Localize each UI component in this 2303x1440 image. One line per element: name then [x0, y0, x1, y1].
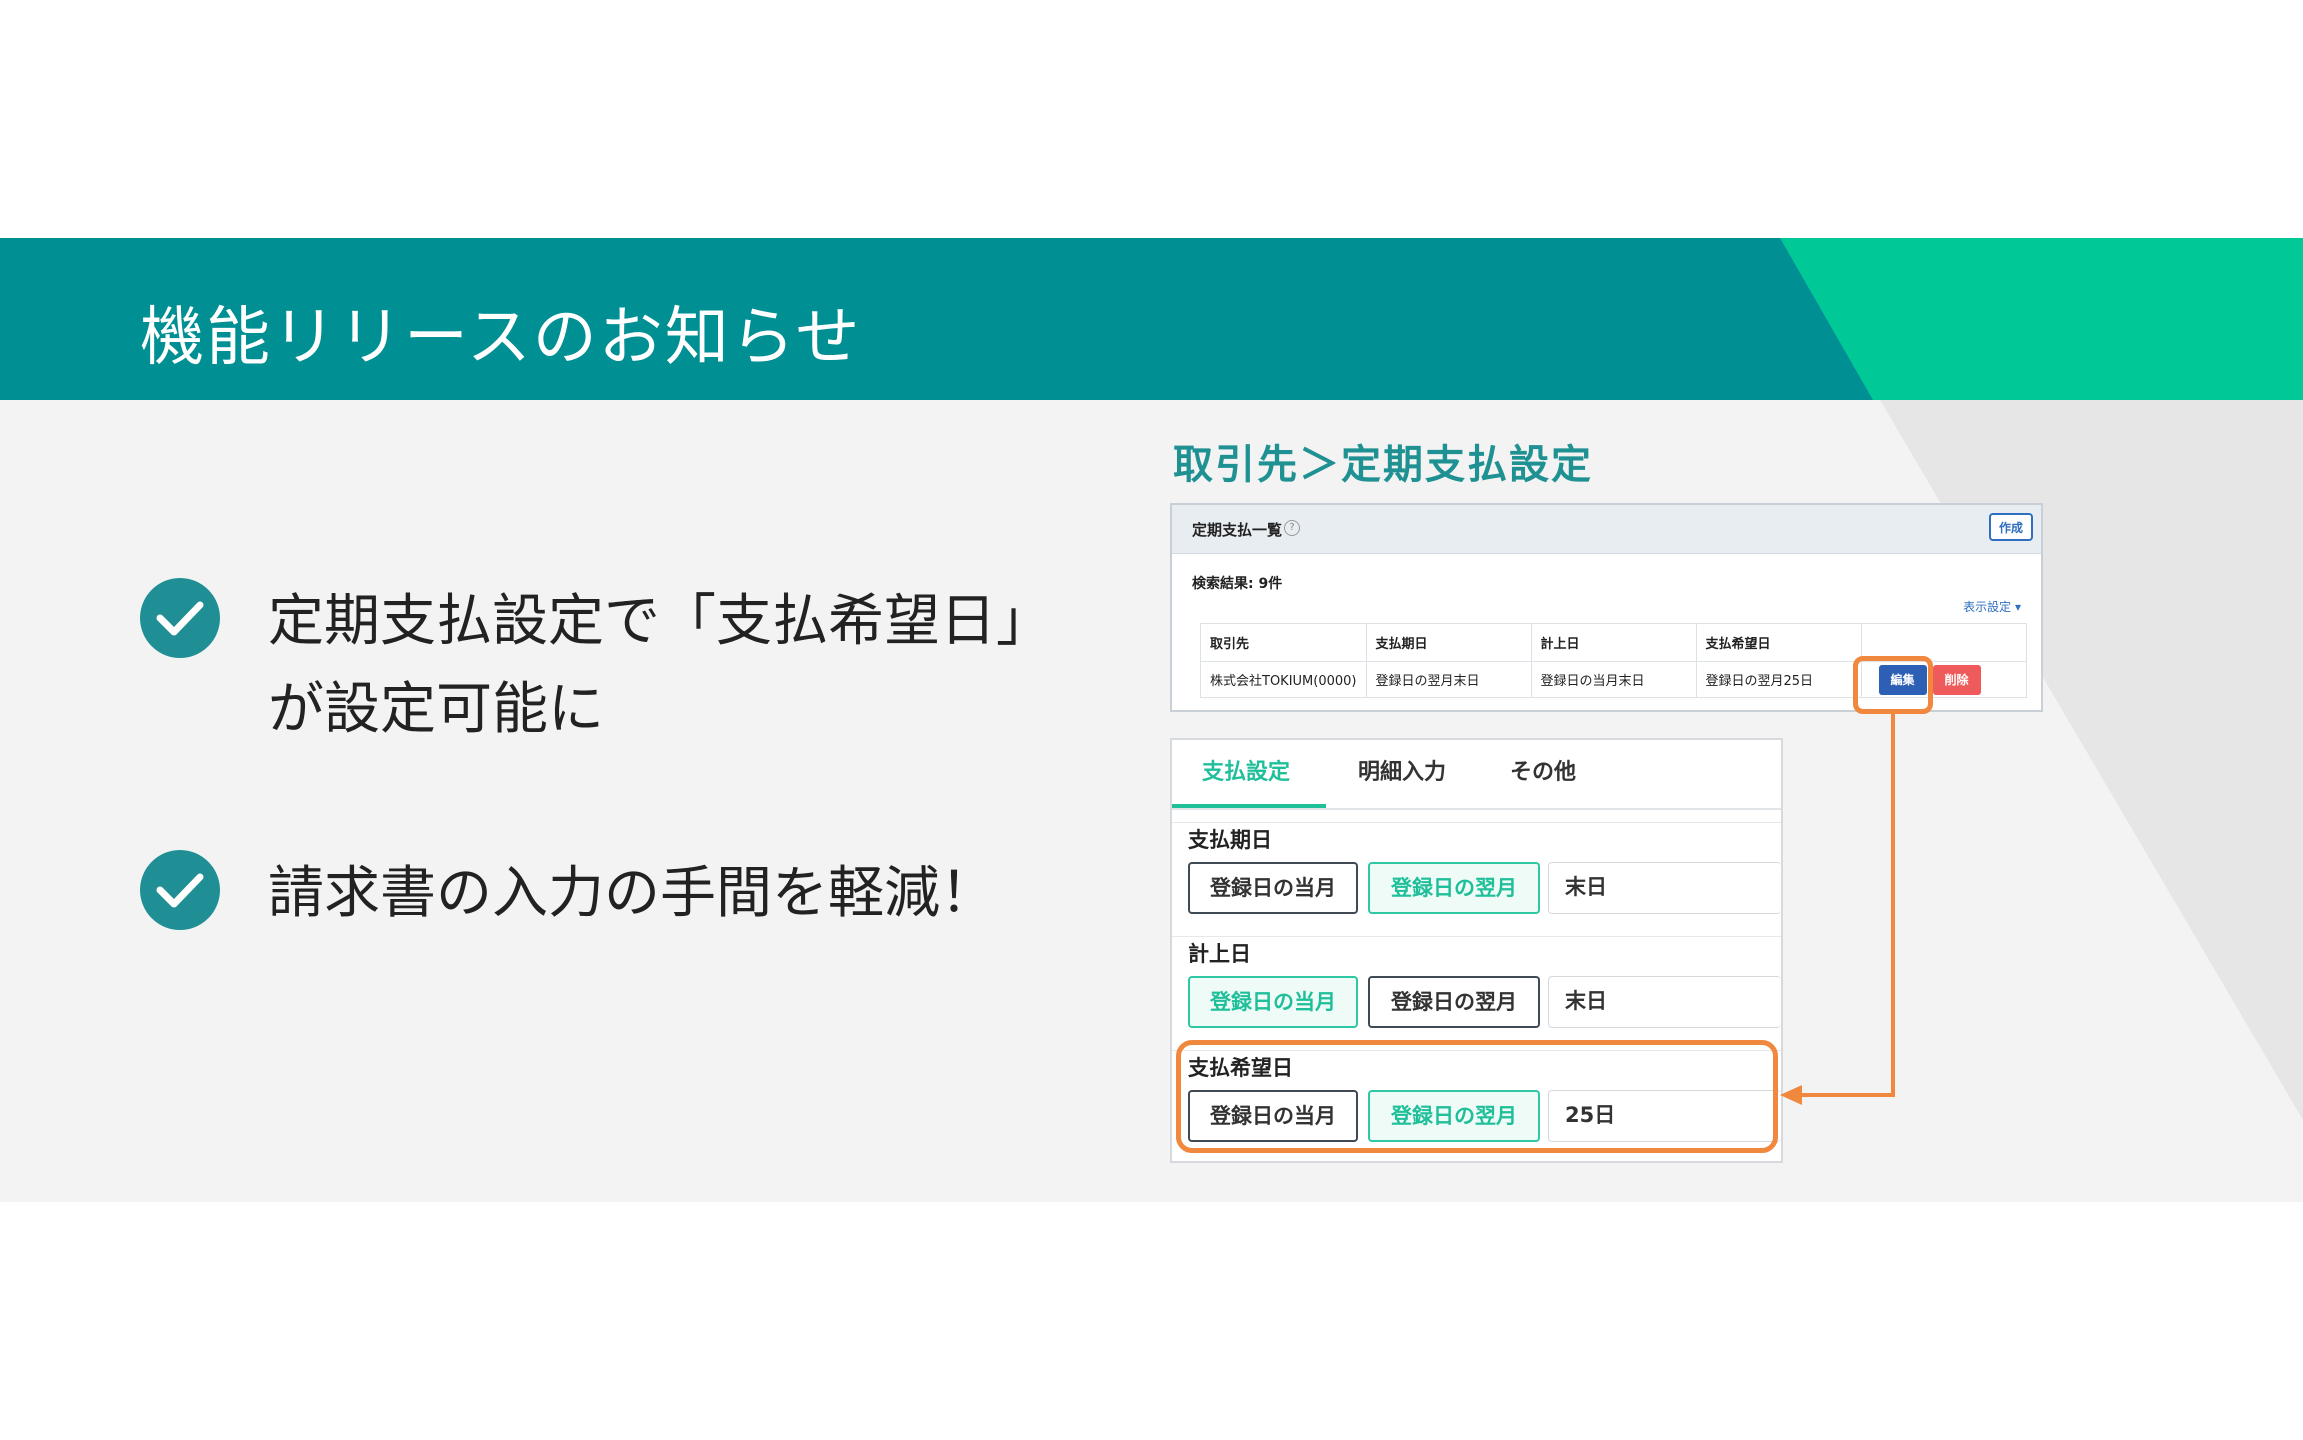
connector-arrow-icon: [1780, 714, 1895, 1105]
